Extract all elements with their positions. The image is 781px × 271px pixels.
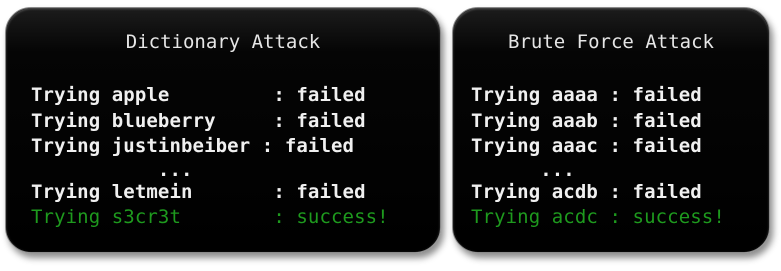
log-line-success: Trying acdc : success!: [471, 206, 725, 228]
log-ellipsis: ...: [31, 158, 193, 181]
log-line: Trying blueberry : failed: [31, 109, 366, 132]
brute-force-attack-title: Brute Force Attack: [508, 31, 714, 53]
brute-force-attack-panel: Brute Force Attack Trying aaaa : failed …: [452, 7, 770, 253]
brute-force-attack-log: Trying aaaa : failed Trying aaab : faile…: [471, 83, 759, 231]
dictionary-attack-title: Dictionary Attack: [125, 31, 321, 53]
log-line: Trying aaaa : failed: [471, 84, 702, 106]
dictionary-attack-log: Trying apple : failed Trying blueberry :…: [31, 83, 430, 231]
log-ellipsis: ...: [471, 158, 575, 181]
log-line: Trying letmein : failed: [31, 180, 366, 203]
log-line: Trying aaac : failed: [471, 135, 702, 157]
log-line: Trying acdb : failed: [471, 180, 702, 203]
log-line: Trying aaab : failed: [471, 109, 702, 132]
log-line: Trying apple : failed: [31, 84, 366, 106]
log-line-success: Trying s3cr3t : success!: [31, 206, 389, 228]
dictionary-attack-panel: Dictionary Attack Trying apple : failed …: [5, 7, 441, 253]
log-line: Trying justinbeiber : failed: [31, 135, 355, 157]
